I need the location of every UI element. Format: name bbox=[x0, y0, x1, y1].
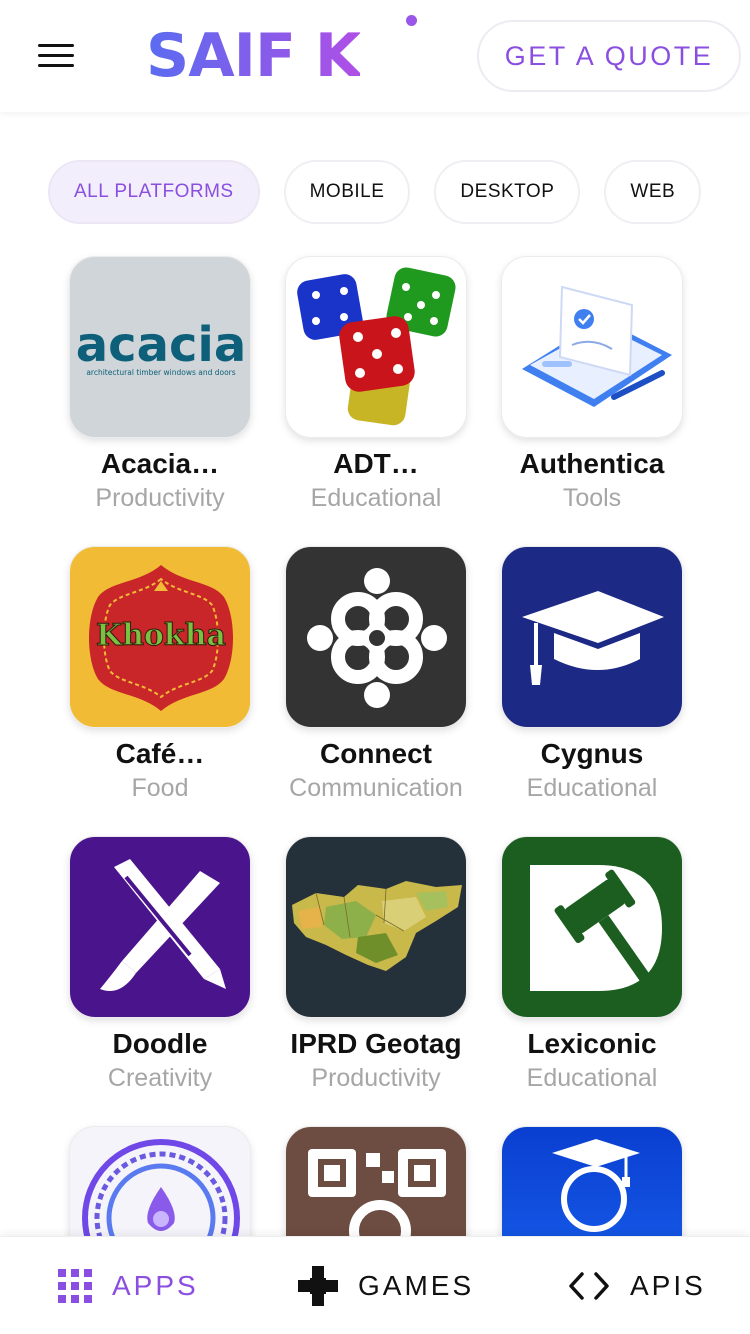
app-category: Tools bbox=[562, 484, 622, 512]
khokha-logo-icon: Khokha bbox=[69, 546, 251, 728]
gavel-icon bbox=[501, 836, 683, 1018]
acacia-logo-subtext: architectural timber windows and doors bbox=[86, 368, 235, 377]
nav-apis-label: APIS bbox=[630, 1270, 706, 1301]
map-icon bbox=[285, 836, 467, 1018]
app-name: Doodle bbox=[112, 1028, 208, 1059]
app-name: Acacia… bbox=[100, 448, 220, 479]
app-card-authentica[interactable]: Authentica Tools bbox=[484, 256, 700, 516]
filter-web[interactable]: WEB bbox=[604, 160, 702, 224]
connect-knot-icon bbox=[285, 546, 467, 728]
app-name: Authentica bbox=[519, 448, 665, 479]
app-name: IPRD Geotag bbox=[290, 1028, 462, 1059]
app-name: Café… bbox=[115, 738, 205, 769]
filter-all-platforms[interactable]: ALL PLATFORMS bbox=[48, 160, 260, 224]
app-name: ADT… bbox=[333, 448, 419, 479]
app-category: Productivity bbox=[95, 484, 225, 512]
platform-filters: ALL PLATFORMS MOBILE DESKTOP WEB bbox=[48, 160, 702, 224]
document-signature-icon bbox=[501, 256, 683, 438]
nav-games[interactable]: GAMES bbox=[298, 1237, 474, 1334]
app-card-cafe[interactable]: Khokha Café… Food bbox=[52, 546, 268, 806]
acacia-logo-icon: acacia architectural timber windows and … bbox=[69, 256, 251, 438]
app-card-acacia[interactable]: acacia architectural timber windows and … bbox=[52, 256, 268, 516]
pencil-brush-icon bbox=[69, 836, 251, 1018]
app-name: Connect bbox=[320, 738, 432, 769]
logo-dot bbox=[406, 15, 417, 26]
khokha-logo-text: Khokha bbox=[96, 618, 226, 653]
app-card-doodle[interactable]: Doodle Creativity bbox=[52, 836, 268, 1096]
app-category: Educational bbox=[526, 774, 658, 802]
app-category: Productivity bbox=[311, 1064, 441, 1092]
app-category: Communication bbox=[289, 774, 463, 802]
acacia-logo-text: acacia bbox=[76, 317, 247, 373]
app-category: Educational bbox=[310, 484, 442, 512]
nav-games-label: GAMES bbox=[358, 1270, 475, 1301]
app-card-connect[interactable]: Connect Communication bbox=[268, 546, 484, 806]
nav-apis[interactable]: APIS bbox=[568, 1237, 706, 1334]
app-category: Educational bbox=[526, 1064, 658, 1092]
filter-mobile[interactable]: MOBILE bbox=[283, 160, 411, 224]
get-a-quote-button[interactable]: GET A QUOTE bbox=[477, 20, 741, 92]
graduation-cap-icon bbox=[501, 546, 683, 728]
app-name: Lexiconic bbox=[527, 1028, 657, 1059]
dice-icon bbox=[285, 256, 467, 438]
hamburger-menu-icon[interactable] bbox=[36, 42, 76, 70]
code-brackets-icon bbox=[569, 1272, 609, 1300]
app-category: Creativity bbox=[107, 1064, 213, 1092]
nav-apps-label: APPS bbox=[112, 1270, 199, 1301]
app-card-iprd-geotag[interactable]: IPRD Geotag Productivity bbox=[268, 836, 484, 1096]
filter-desktop[interactable]: DESKTOP bbox=[434, 160, 581, 224]
app-card-lexiconic[interactable]: Lexiconic Educational bbox=[484, 836, 700, 1096]
nav-apps[interactable]: APPS bbox=[58, 1237, 199, 1334]
bottom-navigation: APPS GAMES APIS bbox=[0, 1236, 750, 1334]
gamepad-cross-icon bbox=[298, 1266, 338, 1306]
app-header: SAIF K GET A QUOTE bbox=[0, 0, 750, 112]
app-category: Food bbox=[131, 774, 189, 802]
app-card-adt[interactable]: ADT… Educational bbox=[268, 256, 484, 516]
app-name: Cygnus bbox=[540, 738, 644, 769]
brand-logo[interactable]: SAIF K bbox=[146, 24, 361, 88]
app-card-cygnus[interactable]: Cygnus Educational bbox=[484, 546, 700, 806]
grid-icon bbox=[58, 1269, 92, 1303]
